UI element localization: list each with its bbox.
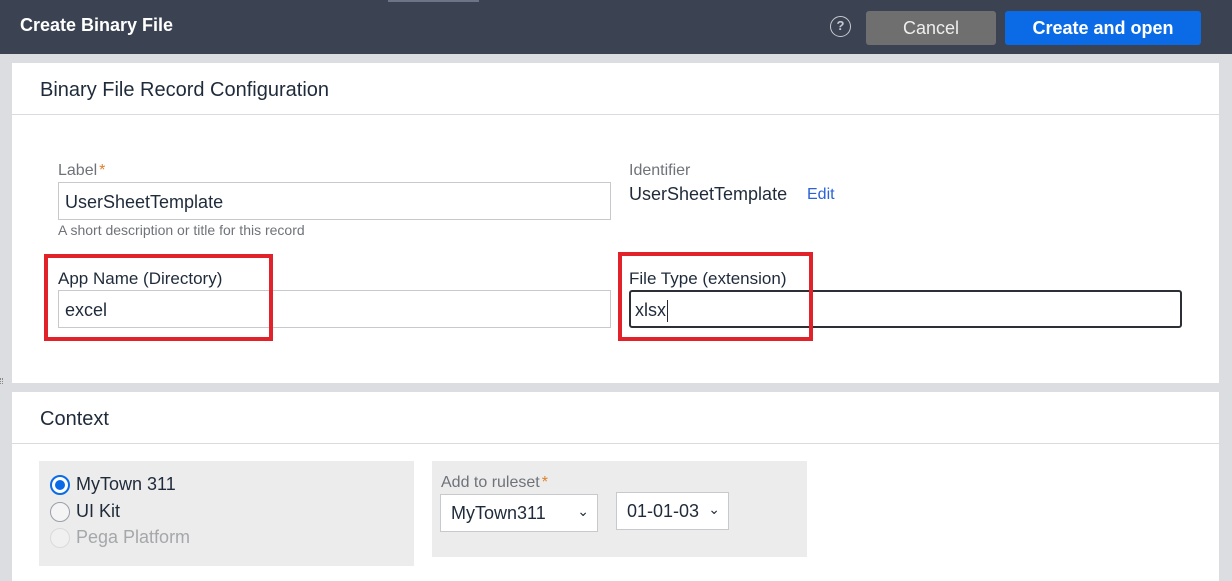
config-panel: Binary File Record Configuration Label * … — [12, 63, 1219, 383]
ruleset-version-value: 01-01-03 — [627, 501, 700, 521]
required-icon: * — [541, 474, 548, 491]
ruleset-name-select[interactable]: MyTown311 ⌄ — [440, 494, 598, 532]
resize-handle[interactable] — [0, 378, 3, 384]
label-field-label: Label * — [58, 162, 106, 179]
context-section-title: Context — [40, 408, 109, 430]
cancel-button[interactable]: Cancel — [866, 11, 996, 45]
section-divider — [12, 443, 1219, 444]
required-icon: * — [99, 162, 106, 179]
edit-identifier-link[interactable]: Edit — [807, 186, 835, 204]
radio-label: MyTown 311 — [76, 474, 176, 494]
dialog-header: Create Binary File ? Cancel Create and o… — [0, 0, 1232, 54]
radio-disabled-icon — [50, 528, 70, 548]
highlight-box-file-type — [618, 252, 813, 341]
chevron-down-icon: ⌄ — [577, 503, 589, 519]
radio-label: UI Kit — [76, 501, 121, 521]
identifier-label: Identifier — [629, 162, 691, 179]
label-input[interactable]: UserSheetTemplate — [58, 182, 611, 220]
dialog-title: Create Binary File — [20, 15, 174, 35]
context-panel: Context MyTown 311 UI Kit Pega Platform … — [12, 392, 1219, 581]
section-divider — [12, 114, 1219, 115]
header-tab-indicator — [388, 0, 479, 2]
identifier-value: UserSheetTemplate — [629, 184, 788, 204]
label-hint: A short description or title for this re… — [58, 222, 305, 238]
create-binary-file-dialog: Create Binary File ? Cancel Create and o… — [0, 0, 1232, 581]
radio-selected-icon[interactable] — [50, 475, 70, 495]
radio-unselected-icon[interactable] — [50, 502, 70, 522]
config-section-title: Binary File Record Configuration — [40, 79, 330, 101]
create-and-open-button[interactable]: Create and open — [1005, 11, 1201, 45]
ruleset-version-select[interactable]: 01-01-03 ⌄ — [616, 492, 729, 530]
help-icon[interactable]: ? — [830, 16, 851, 37]
highlight-box-app-name — [44, 254, 273, 341]
ruleset-name-value: MyTown311 — [451, 503, 546, 523]
ruleset-label: Add to ruleset * — [441, 474, 548, 491]
radio-label: Pega Platform — [76, 527, 191, 547]
chevron-down-icon: ⌄ — [708, 501, 720, 517]
